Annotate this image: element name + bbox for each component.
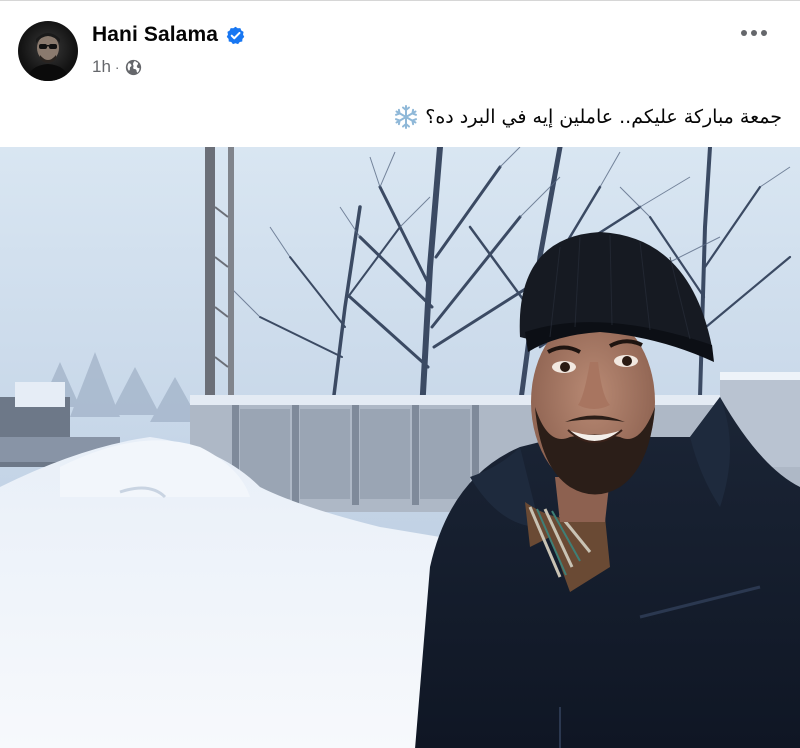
post-caption: جمعة مباركة عليكم.. عاملين إيه في البرد …: [393, 99, 782, 135]
author-avatar[interactable]: [18, 21, 78, 81]
author-line: Hani Salama: [92, 21, 245, 49]
meta-separator: ·: [114, 59, 120, 75]
post-photo[interactable]: [0, 147, 800, 748]
feed-post: Hani Salama 1h · جمعة مباركة عليكم.. عام…: [0, 0, 800, 748]
more-options-icon: [741, 30, 767, 36]
avatar-image: [26, 33, 70, 81]
author-name[interactable]: Hani Salama: [92, 23, 218, 47]
post-meta: 1h ·: [92, 56, 142, 78]
snowflake-icon: [393, 104, 419, 130]
more-options-button[interactable]: [736, 19, 772, 47]
caption-text: جمعة مباركة عليكم.. عاملين إيه في البرد …: [425, 106, 782, 128]
post-header: Hani Salama 1h ·: [0, 1, 800, 93]
verified-badge-icon: [226, 26, 245, 45]
selfie-snow-photo: [0, 147, 800, 748]
globe-icon[interactable]: [125, 59, 142, 76]
post-time[interactable]: 1h: [92, 57, 111, 77]
